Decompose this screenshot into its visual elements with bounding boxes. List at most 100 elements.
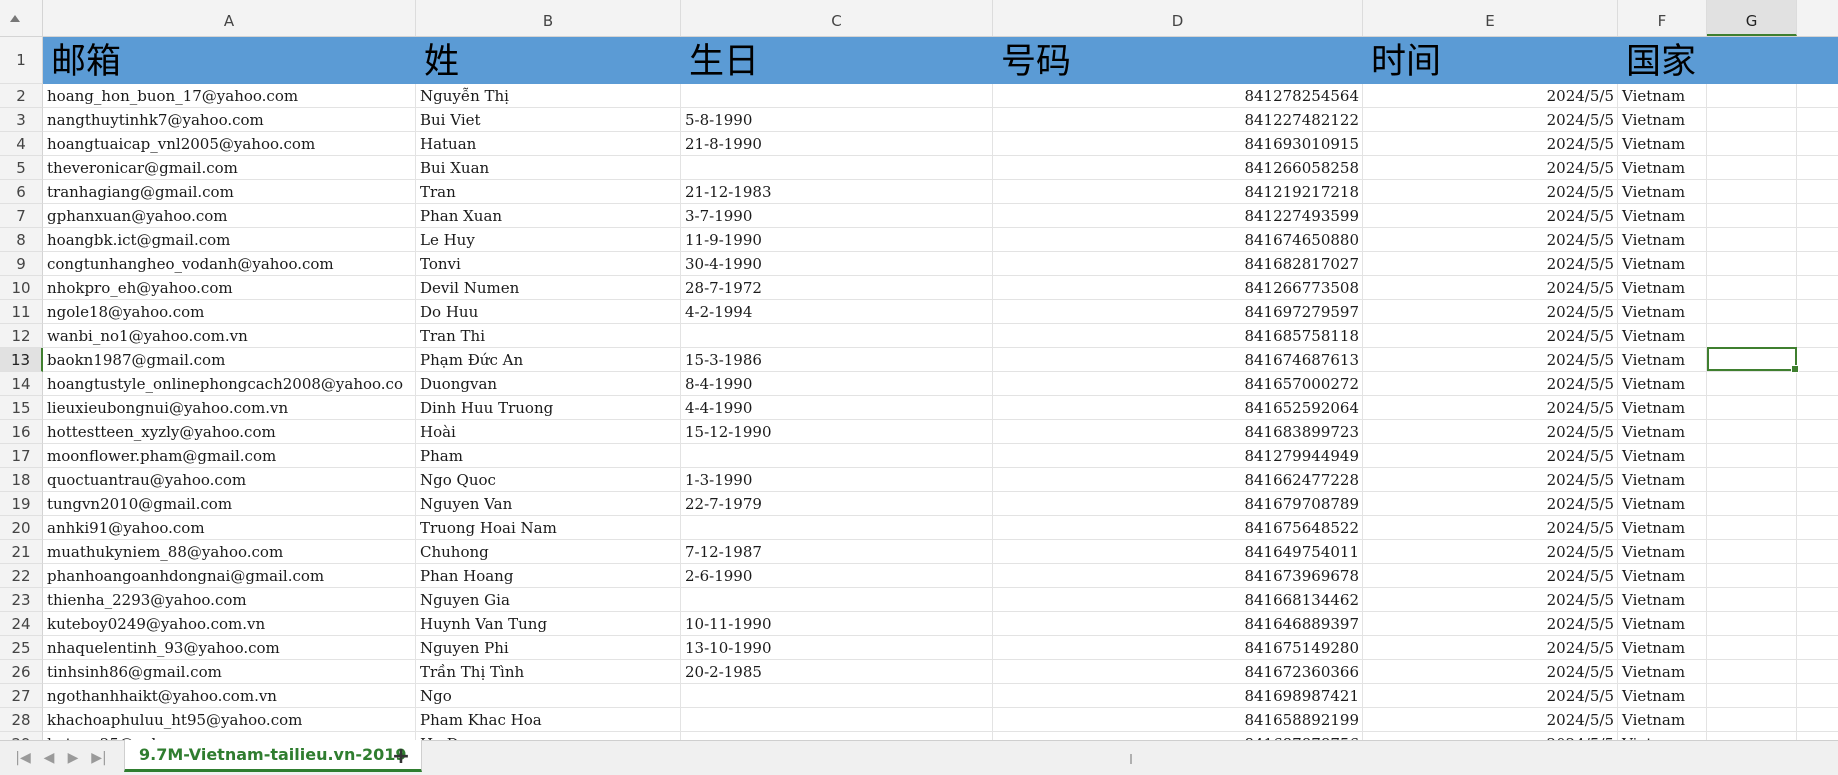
cell-d-phone[interactable]: 841657000272 bbox=[993, 372, 1363, 396]
cell-b-name[interactable]: Le Huy bbox=[416, 228, 681, 252]
cell-e-date[interactable]: 2024/5/5 bbox=[1363, 420, 1618, 444]
cell-a-email[interactable]: wanbi_no1@yahoo.com.vn bbox=[43, 324, 416, 348]
cell-e-date[interactable]: 2024/5/5 bbox=[1363, 540, 1618, 564]
cell-b-name[interactable]: Phan Xuan bbox=[416, 204, 681, 228]
cell-f-country[interactable]: Vietnam bbox=[1618, 324, 1707, 348]
row-header[interactable]: 12 bbox=[0, 324, 43, 348]
cell-a-email[interactable]: gphanxuan@yahoo.com bbox=[43, 204, 416, 228]
cell-f-country[interactable]: Vietnam bbox=[1618, 204, 1707, 228]
cell-e-date[interactable]: 2024/5/5 bbox=[1363, 732, 1618, 740]
cell-a-email[interactable]: hoangtustyle_onlinephongcach2008@yahoo.c… bbox=[43, 372, 416, 396]
cell-b-name[interactable]: Pham Khac Hoa bbox=[416, 708, 681, 732]
cell-f-country[interactable]: Vietnam bbox=[1618, 468, 1707, 492]
cell-a-email[interactable]: baokn1987@gmail.com bbox=[43, 348, 416, 372]
cell-c-dob[interactable]: 8-4-1990 bbox=[681, 372, 993, 396]
cell-e-date[interactable]: 2024/5/5 bbox=[1363, 156, 1618, 180]
cell-c-dob[interactable]: 28-7-1972 bbox=[681, 276, 993, 300]
row-header[interactable]: 21 bbox=[0, 540, 43, 564]
header-cell-a[interactable]: 邮箱 bbox=[43, 37, 416, 84]
cell-b-name[interactable]: Truong Hoai Nam bbox=[416, 516, 681, 540]
cell-d-phone[interactable]: 841683899723 bbox=[993, 420, 1363, 444]
cell-a-email[interactable]: tranhagiang@gmail.com bbox=[43, 180, 416, 204]
header-cell-f[interactable]: 国家 bbox=[1618, 37, 1707, 84]
cell-b-name[interactable]: Nguyễn Thị bbox=[416, 84, 681, 108]
row-header[interactable]: 25 bbox=[0, 636, 43, 660]
cell-a-email[interactable]: muathukyniem_88@yahoo.com bbox=[43, 540, 416, 564]
cell-b-name[interactable]: Pham bbox=[416, 444, 681, 468]
cell-a-email[interactable]: hottestteen_xyzly@yahoo.com bbox=[43, 420, 416, 444]
cell-e-date[interactable]: 2024/5/5 bbox=[1363, 108, 1618, 132]
selected-cell-g13[interactable] bbox=[1707, 347, 1799, 373]
cell-f-country[interactable]: Vietnam bbox=[1618, 612, 1707, 636]
header-cell-c[interactable]: 生日 bbox=[681, 37, 993, 84]
row-header[interactable]: 23 bbox=[0, 588, 43, 612]
row-header[interactable]: 6 bbox=[0, 180, 43, 204]
cell-d-phone[interactable]: 841685758118 bbox=[993, 324, 1363, 348]
cell-f-country[interactable]: Vietnam bbox=[1618, 444, 1707, 468]
cell-d-phone[interactable]: 841679708789 bbox=[993, 492, 1363, 516]
cell-f-country[interactable]: Vietnam bbox=[1618, 588, 1707, 612]
row-header[interactable]: 13 bbox=[0, 348, 43, 372]
cell-e-date[interactable]: 2024/5/5 bbox=[1363, 492, 1618, 516]
last-sheet-icon[interactable]: ▶| bbox=[88, 749, 110, 767]
cell-c-dob[interactable]: 15-3-1986 bbox=[681, 348, 993, 372]
row-header[interactable]: 9 bbox=[0, 252, 43, 276]
cell-f-country[interactable]: Vietnam bbox=[1618, 84, 1707, 108]
row-header[interactable]: 1 bbox=[0, 37, 43, 84]
cell-c-dob[interactable]: 30-4-1990 bbox=[681, 252, 993, 276]
cell-c-dob[interactable]: 1-3-1990 bbox=[681, 468, 993, 492]
cell-d-phone[interactable]: 841674650880 bbox=[993, 228, 1363, 252]
cell-c-dob[interactable]: 20-2-1985 bbox=[681, 660, 993, 684]
row-header[interactable]: 26 bbox=[0, 660, 43, 684]
cell-c-dob[interactable]: 13-10-1990 bbox=[681, 636, 993, 660]
column-header-b[interactable]: B bbox=[416, 0, 681, 36]
cell-d-phone[interactable]: 841658892199 bbox=[993, 708, 1363, 732]
cell-d-phone[interactable]: 841649754011 bbox=[993, 540, 1363, 564]
cell-a-email[interactable]: tungvn2010@gmail.com bbox=[43, 492, 416, 516]
cell-e-date[interactable]: 2024/5/5 bbox=[1363, 588, 1618, 612]
cell-a-email[interactable]: kuteboy0249@yahoo.com.vn bbox=[43, 612, 416, 636]
column-header-d[interactable]: D bbox=[993, 0, 1363, 36]
cell-f-country[interactable]: Vietnam bbox=[1618, 540, 1707, 564]
spreadsheet-grid[interactable]: ABCDEFG 1 邮箱姓生日 号码 时间 国家 2 hoang_hon_buon_17@y… bbox=[0, 0, 1838, 740]
cell-c-dob[interactable]: 2-6-1990 bbox=[681, 564, 993, 588]
cell-d-phone[interactable]: 841687878756 bbox=[993, 732, 1363, 740]
cell-d-phone[interactable]: 841266773508 bbox=[993, 276, 1363, 300]
cell-a-email[interactable]: ngole18@yahoo.com bbox=[43, 300, 416, 324]
cell-e-date[interactable]: 2024/5/5 bbox=[1363, 708, 1618, 732]
cell-d-phone[interactable]: 841698987421 bbox=[993, 684, 1363, 708]
row-header[interactable]: 19 bbox=[0, 492, 43, 516]
column-header-g[interactable]: G bbox=[1707, 0, 1797, 36]
cell-f-country[interactable]: Vietnam bbox=[1618, 276, 1707, 300]
column-header-a[interactable]: A bbox=[43, 0, 416, 36]
cell-c-dob[interactable]: 3-7-1990 bbox=[681, 204, 993, 228]
prev-sheet-icon[interactable]: ◀ bbox=[38, 749, 60, 767]
cell-c-dob[interactable] bbox=[681, 708, 993, 732]
row-header[interactable]: 2 bbox=[0, 84, 43, 108]
header-cell-b[interactable]: 姓 bbox=[416, 37, 681, 84]
row-header[interactable]: 3 bbox=[0, 108, 43, 132]
cell-a-email[interactable]: nhokpro_eh@yahoo.com bbox=[43, 276, 416, 300]
cell-f-country[interactable]: Vietnam bbox=[1618, 708, 1707, 732]
cell-f-country[interactable]: Vietnam bbox=[1618, 156, 1707, 180]
cell-f-country[interactable]: Vietnam bbox=[1618, 732, 1707, 740]
cell-d-phone[interactable]: 841673969678 bbox=[993, 564, 1363, 588]
cell-b-name[interactable]: Tran bbox=[416, 180, 681, 204]
cell-d-phone[interactable]: 841279944949 bbox=[993, 444, 1363, 468]
cell-e-date[interactable]: 2024/5/5 bbox=[1363, 204, 1618, 228]
cell-b-name[interactable]: Nguyen Gia bbox=[416, 588, 681, 612]
cell-f-country[interactable]: Vietnam bbox=[1618, 132, 1707, 156]
next-sheet-icon[interactable]: ▶ bbox=[62, 749, 84, 767]
cell-b-name[interactable]: Ha Duc bbox=[416, 732, 681, 740]
cell-a-email[interactable]: moonflower.pham@gmail.com bbox=[43, 444, 416, 468]
cell-d-phone[interactable]: 841693010915 bbox=[993, 132, 1363, 156]
cell-a-email[interactable]: khachoaphuluu_ht95@yahoo.com bbox=[43, 708, 416, 732]
cell-b-name[interactable]: Tonvi bbox=[416, 252, 681, 276]
cell-a-email[interactable]: nhaquelentinh_93@yahoo.com bbox=[43, 636, 416, 660]
cell-e-date[interactable]: 2024/5/5 bbox=[1363, 324, 1618, 348]
row-header[interactable]: 22 bbox=[0, 564, 43, 588]
row-header[interactable]: 20 bbox=[0, 516, 43, 540]
cell-d-phone[interactable]: 841266058258 bbox=[993, 156, 1363, 180]
cell-a-email[interactable]: phanhoangoanhdongnai@gmail.com bbox=[43, 564, 416, 588]
cell-b-name[interactable]: Bui Xuan bbox=[416, 156, 681, 180]
